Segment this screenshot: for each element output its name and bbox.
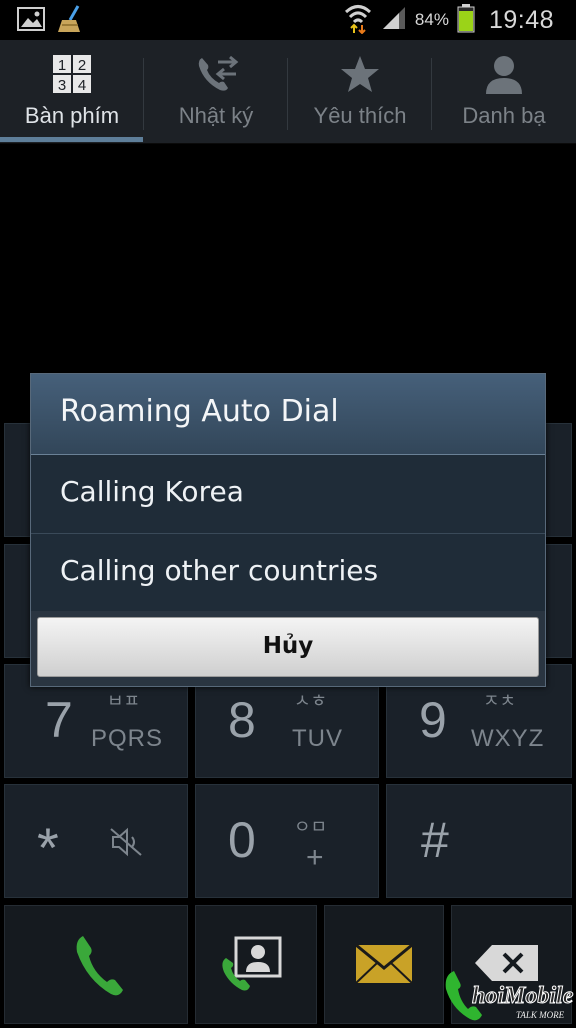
battery-percent: 84% (414, 10, 449, 29)
call-button[interactable] (4, 905, 188, 1024)
active-tab-indicator (0, 137, 143, 142)
video-call-button[interactable] (195, 905, 317, 1024)
key-letters: TUV (292, 725, 343, 752)
message-button[interactable] (324, 905, 444, 1024)
dialpad-digit-4: 4 (78, 77, 86, 94)
keypad-key-star[interactable]: * (4, 784, 188, 898)
tab-contacts-label: Danh bạ (462, 103, 546, 128)
keypad-key-0[interactable]: 0 ㅇㅁ + (195, 784, 379, 898)
option-calling-other-countries[interactable]: Calling other countries (31, 534, 545, 613)
key-korean: ㅂㅍ (107, 691, 141, 712)
key-digit: * (37, 816, 59, 879)
key-korean: ㅈㅊ (483, 691, 517, 712)
dialpad-digit-1: 1 (58, 57, 66, 74)
star-icon (340, 54, 380, 94)
status-bar: 84% 19:48 (0, 0, 576, 40)
key-digit: 7 (45, 692, 73, 748)
video-call-icon (220, 936, 284, 996)
key-korean: ㅇㅁ (294, 817, 328, 838)
signal-icon (381, 5, 407, 35)
tab-call-log[interactable]: Nhật ký (144, 40, 288, 140)
cancel-button[interactable]: Hủy (37, 617, 539, 677)
dialpad-digit-2: 2 (78, 57, 86, 74)
call-icon (73, 932, 125, 1002)
key-korean: ㅅㅎ (294, 691, 328, 712)
option-label: Calling other countries (60, 554, 379, 587)
tab-keypad[interactable]: 1 2 3 4 Bàn phím (0, 40, 144, 140)
dialog-button-area: Hủy (31, 611, 545, 686)
tab-contacts[interactable]: Danh bạ (432, 40, 576, 140)
watermark-brand: hoiMobile (472, 983, 574, 1009)
roaming-auto-dial-dialog: Roaming Auto Dial Calling Korea Calling … (30, 373, 546, 687)
key-digit: 9 (419, 692, 447, 748)
key-letters: WXYZ (471, 725, 545, 752)
contact-icon (484, 54, 524, 94)
call-log-icon (196, 54, 239, 94)
key-digit: # (421, 812, 449, 868)
dialpad-icon: 1 2 3 4 (52, 54, 92, 94)
dialpad-digit-3: 3 (58, 77, 66, 94)
clock: 19:48 (488, 5, 554, 34)
mute-icon (109, 827, 143, 861)
key-plus: + (306, 841, 325, 874)
message-icon (355, 943, 413, 988)
keypad-key-hash[interactable]: # (386, 784, 572, 898)
tab-keypad-label: Bàn phím (24, 103, 120, 128)
tab-call-log-label: Nhật ký (178, 103, 254, 128)
tab-bar: 1 2 3 4 Bàn phím Nhật ký Yêu thích Danh … (0, 40, 576, 144)
key-digit: 0 (228, 812, 256, 868)
dialog-title: Roaming Auto Dial (60, 394, 339, 429)
key-letters: PQRS (91, 725, 164, 752)
dialog-title-bar: Roaming Auto Dial (31, 374, 545, 455)
key-digit: 8 (228, 692, 256, 748)
battery-icon (457, 3, 475, 37)
cancel-button-label: Hủy (262, 633, 314, 659)
wifi-icon (343, 2, 373, 38)
watermark-logo: hoiMobile TALK MORE (440, 965, 576, 1024)
gallery-icon (16, 4, 46, 38)
tab-favorites[interactable]: Yêu thích (288, 40, 432, 140)
tab-favorites-label: Yêu thích (313, 103, 407, 128)
option-calling-korea[interactable]: Calling Korea (31, 455, 545, 534)
option-label: Calling Korea (60, 475, 244, 508)
watermark-tagline: TALK MORE (516, 1010, 565, 1020)
cleaner-icon (56, 4, 86, 38)
